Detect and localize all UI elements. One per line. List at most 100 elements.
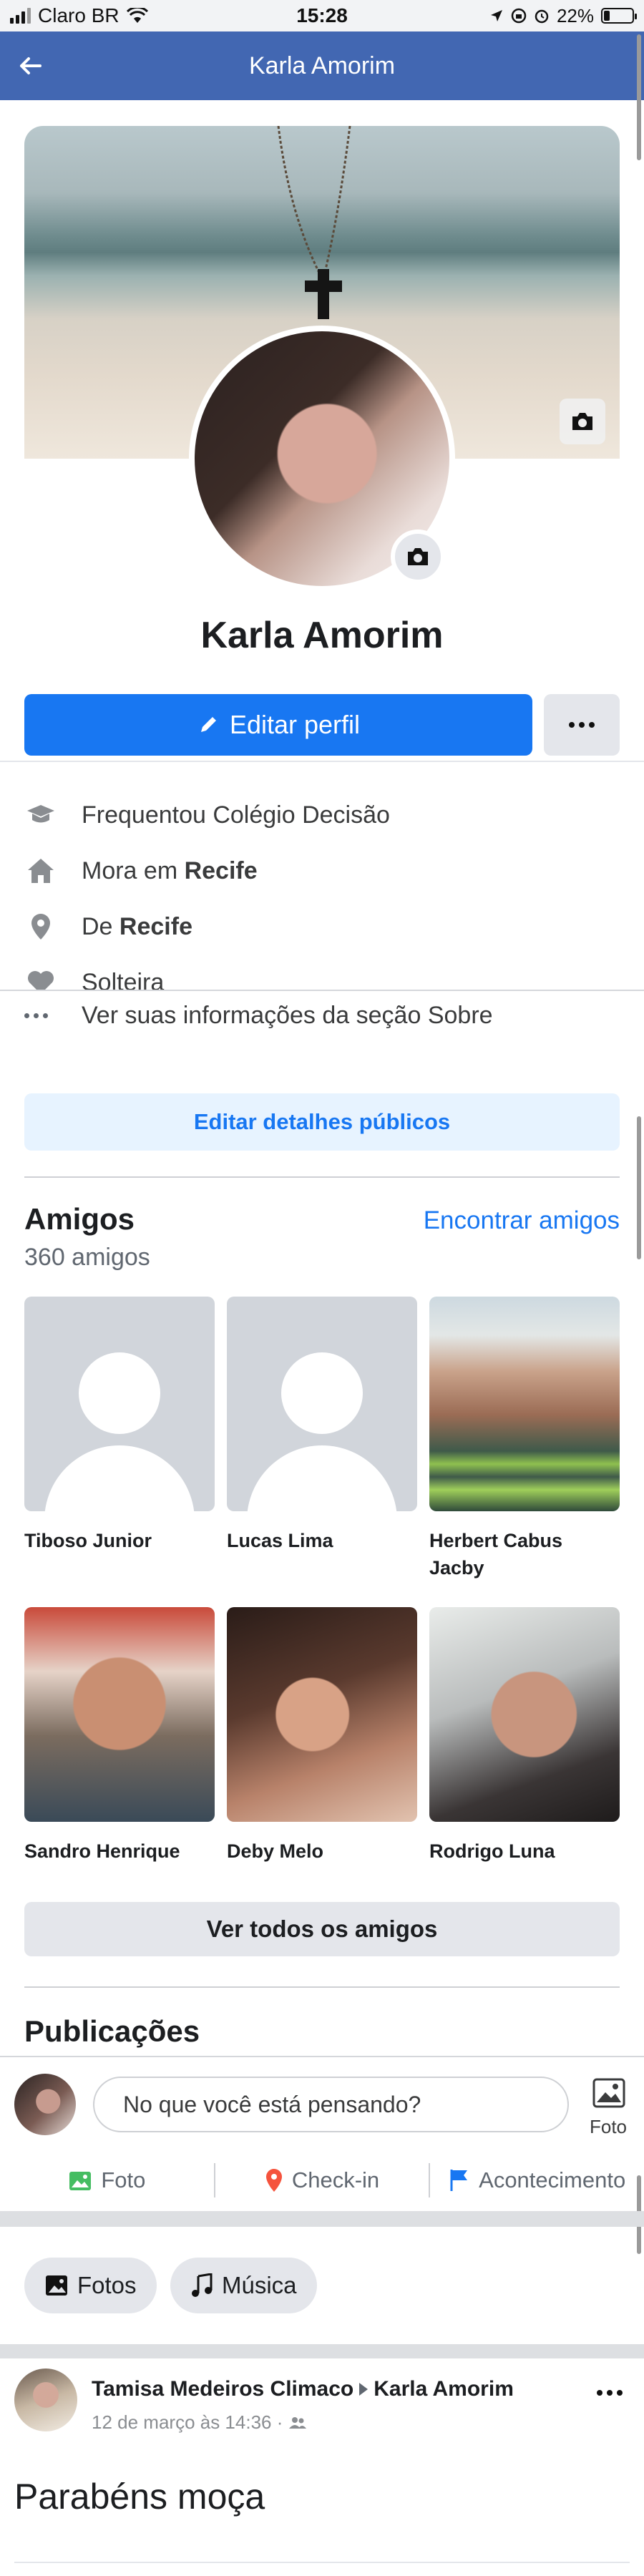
divider bbox=[24, 1176, 620, 1178]
edit-public-details-button[interactable]: Editar detalhes públicos bbox=[24, 1093, 620, 1151]
friend-name: Lucas Lima bbox=[227, 1530, 333, 1551]
divider bbox=[0, 990, 644, 991]
arrow-right-icon bbox=[359, 2383, 369, 2396]
composer-photo-button[interactable]: Foto bbox=[577, 2074, 640, 2138]
battery-percent: 22% bbox=[556, 4, 594, 26]
checkin-action-label: Check-in bbox=[291, 2167, 380, 2192]
intro-details: Frequentou Colégio Decisão Mora em Recif… bbox=[24, 787, 620, 991]
info-bold-text[interactable]: Recife bbox=[185, 857, 258, 885]
friend-card[interactable]: Rodrigo Luna bbox=[429, 1607, 620, 1865]
divider bbox=[0, 2056, 644, 2057]
posts-section-title: Publicações bbox=[24, 2014, 200, 2048]
profile-camera-button[interactable] bbox=[391, 530, 445, 584]
see-about-info-link[interactable]: Ver suas informações da seção Sobre bbox=[24, 1002, 493, 1030]
back-arrow-icon[interactable] bbox=[14, 50, 46, 82]
music-chip[interactable]: Música bbox=[170, 2258, 317, 2313]
divider bbox=[0, 761, 644, 762]
heart-icon bbox=[24, 966, 57, 991]
location-arrow-icon bbox=[490, 10, 502, 21]
camera-icon bbox=[572, 413, 592, 430]
section-separator bbox=[0, 2344, 644, 2358]
friend-card[interactable]: Tiboso Junior bbox=[24, 1297, 215, 1554]
post-text: Parabéns moça bbox=[14, 2477, 265, 2517]
friend-name: Rodrigo Luna bbox=[429, 1840, 555, 1862]
post-author-name[interactable]: Tamisa Medeiros Climaco bbox=[92, 2377, 353, 2401]
orientation-lock-icon bbox=[511, 8, 527, 24]
pencil-icon bbox=[200, 717, 216, 732]
post-more-button[interactable] bbox=[597, 2390, 623, 2396]
info-item-relationship: Solteira bbox=[24, 955, 620, 991]
friends-count: 360 amigos bbox=[24, 1244, 150, 1271]
checkin-action-button[interactable]: Check-in bbox=[215, 2167, 429, 2193]
info-item-current-city: Mora em Recife bbox=[24, 843, 620, 899]
signal-icon bbox=[10, 8, 31, 24]
status-bar: Claro BR 15:28 22% bbox=[0, 0, 644, 31]
music-chip-label: Música bbox=[222, 2272, 297, 2298]
friend-photo bbox=[24, 1607, 215, 1822]
info-text: Solteira bbox=[82, 968, 165, 992]
post-target-name[interactable]: Karla Amorim bbox=[374, 2377, 514, 2401]
info-item-education: Frequentou Colégio Decisão bbox=[24, 787, 620, 843]
location-pin-icon bbox=[24, 910, 57, 943]
photo-action-button[interactable]: Foto bbox=[0, 2167, 214, 2193]
graduation-cap-icon bbox=[24, 799, 57, 831]
whats-on-your-mind-input[interactable]: No que você está pensando? bbox=[93, 2077, 569, 2132]
scrollbar-top[interactable] bbox=[637, 34, 641, 160]
home-icon bbox=[24, 854, 57, 887]
post-header: Tamisa Medeiros Climaco Karla Amorim bbox=[92, 2377, 514, 2401]
info-item-hometown: De Recife bbox=[24, 899, 620, 955]
friends-audience-icon bbox=[289, 2416, 307, 2429]
friend-name: Deby Melo bbox=[227, 1840, 324, 1862]
friend-card[interactable]: Herbert Cabus Jacby bbox=[429, 1297, 620, 1581]
divider bbox=[14, 2562, 630, 2563]
info-text: Frequentou Colégio Decisão bbox=[82, 801, 390, 829]
post-date[interactable]: 12 de março às 14:36 · bbox=[92, 2411, 283, 2434]
photo-icon bbox=[69, 2172, 92, 2190]
status-left: Claro BR bbox=[10, 4, 225, 27]
status-time: 15:28 bbox=[296, 4, 348, 26]
checkin-pin-icon bbox=[265, 2169, 282, 2192]
composer-actions: Foto Check-in Acontecimento bbox=[0, 2157, 644, 2203]
scrollbar-mid[interactable] bbox=[637, 1116, 641, 1259]
divider bbox=[24, 1986, 620, 1988]
find-friends-link[interactable]: Encontrar amigos bbox=[424, 1206, 620, 1235]
edit-profile-button[interactable]: Editar perfil bbox=[24, 694, 532, 756]
battery-icon bbox=[601, 8, 637, 24]
composer-avatar[interactable] bbox=[14, 2074, 76, 2135]
music-note-icon bbox=[192, 2273, 213, 2297]
edit-profile-label: Editar perfil bbox=[229, 710, 361, 739]
photos-icon bbox=[46, 2275, 67, 2296]
carrier-name: Claro BR bbox=[38, 4, 119, 26]
photos-chip[interactable]: Fotos bbox=[24, 2258, 157, 2313]
post-author-avatar[interactable] bbox=[14, 2368, 77, 2431]
friend-card[interactable]: Lucas Lima bbox=[227, 1297, 417, 1554]
life-event-action-button[interactable]: Acontecimento bbox=[430, 2167, 644, 2193]
camera-icon bbox=[408, 548, 428, 565]
friend-card[interactable]: Sandro Henrique bbox=[24, 1607, 215, 1865]
info-bold-text[interactable]: Recife bbox=[119, 913, 192, 941]
friend-photo bbox=[429, 1297, 620, 1511]
life-event-action-label: Acontecimento bbox=[479, 2167, 626, 2192]
friend-photo bbox=[227, 1607, 417, 1822]
friend-name: Sandro Henrique bbox=[24, 1840, 180, 1862]
alarm-icon bbox=[535, 9, 549, 24]
friends-section-title: Amigos bbox=[24, 1202, 135, 1236]
ellipsis-icon bbox=[24, 1013, 57, 1018]
top-nav-bar: Karla Amorim bbox=[0, 31, 644, 100]
cover-camera-button[interactable] bbox=[560, 399, 605, 444]
photos-chip-label: Fotos bbox=[77, 2272, 137, 2298]
see-all-friends-button[interactable]: Ver todos os amigos bbox=[24, 1902, 620, 1956]
info-text: Mora em bbox=[82, 857, 178, 884]
wifi-icon bbox=[126, 8, 148, 23]
friend-photo bbox=[429, 1607, 620, 1822]
more-options-button[interactable] bbox=[544, 694, 620, 756]
friend-card[interactable]: Deby Melo bbox=[227, 1607, 417, 1865]
composer-photo-label: Foto bbox=[589, 2116, 628, 2137]
flag-icon bbox=[450, 2170, 468, 2191]
photo-outline-icon bbox=[592, 2078, 625, 2108]
status-right: 22% bbox=[419, 4, 637, 27]
photo-action-label: Foto bbox=[101, 2167, 146, 2192]
info-text: De bbox=[82, 912, 113, 940]
friend-photo-placeholder bbox=[24, 1297, 215, 1511]
header-title: Karla Amorim bbox=[248, 52, 396, 79]
